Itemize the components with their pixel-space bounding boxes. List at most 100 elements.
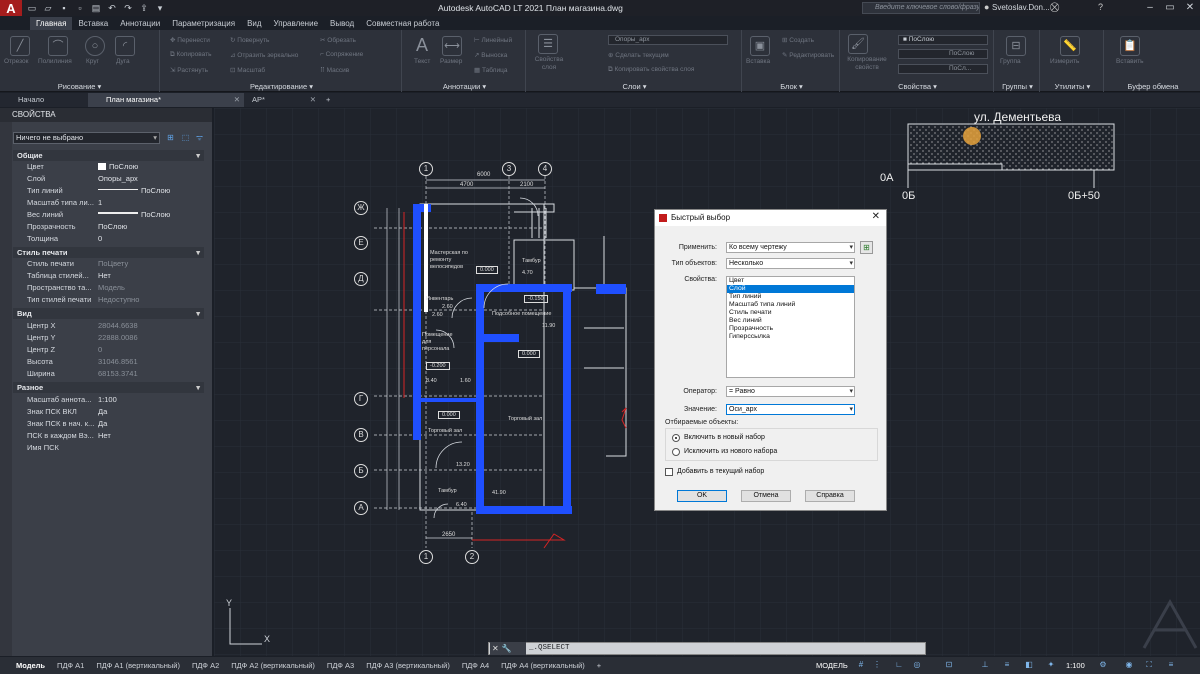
doc-tab-ar[interactable]: АР* ✕ xyxy=(244,93,320,107)
prop-row-center-y[interactable]: Центр Y 22888.0086 xyxy=(13,332,204,344)
value-dropdown[interactable]: Оси_арх xyxy=(726,404,855,415)
prop-row-linetype[interactable]: Тип линий ПоСлою xyxy=(13,185,204,197)
tab-manage[interactable]: Управление xyxy=(268,17,324,30)
tab-insert[interactable]: Вставка xyxy=(72,17,114,30)
exclude-label[interactable]: Исключить из нового набора xyxy=(684,448,777,455)
draw-group-label[interactable]: Рисование ▾ xyxy=(0,82,159,91)
leader-button[interactable]: ↗ Выноска xyxy=(474,51,507,59)
prop-row-transparency[interactable]: Прозрачность ПоСлою xyxy=(13,221,204,233)
paste-icon[interactable]: 📋 xyxy=(1120,36,1140,56)
prop-row-thickness[interactable]: Толщина 0 xyxy=(13,233,204,245)
prop-row-width[interactable]: Ширина 68153.3741 xyxy=(13,368,204,380)
close-tab-icon[interactable]: ✕ xyxy=(234,93,240,107)
layer-properties-button[interactable]: Свойства слоя xyxy=(534,56,564,72)
prop-row-annotation-scale[interactable]: Масштаб аннота... 1:100 xyxy=(13,394,204,406)
layout-tab[interactable]: ПДФ А2 (вертикальный) xyxy=(225,657,321,674)
prop-row-center-x[interactable]: Центр X 28044.6638 xyxy=(13,320,204,332)
app-logo-icon[interactable]: A xyxy=(0,0,22,16)
include-radio[interactable] xyxy=(672,434,680,442)
lineweight-dropdown[interactable]: ПоСлою xyxy=(898,49,988,59)
section-misc[interactable]: Разное xyxy=(13,382,204,393)
snap-toggle-icon[interactable]: ⋮ xyxy=(872,660,882,670)
layout-tab[interactable]: ПДФ А3 xyxy=(321,657,360,674)
prop-row-color[interactable]: Цвет ПоСлою xyxy=(13,161,204,173)
cancel-button[interactable]: Отмена xyxy=(741,490,791,502)
circle-icon[interactable]: ○ xyxy=(85,36,105,56)
apply-to-dropdown[interactable]: Ко всему чертежу xyxy=(726,242,855,253)
save-as-icon[interactable]: ▫ xyxy=(74,3,86,13)
doc-tab-store-plan[interactable]: План магазина* ✕ xyxy=(88,93,244,107)
line-button[interactable]: Отрезок xyxy=(4,58,29,65)
section-view[interactable]: Вид xyxy=(13,308,204,319)
arc-button[interactable]: Дуга xyxy=(116,58,130,65)
exclude-radio[interactable] xyxy=(672,448,680,456)
modify-group-label[interactable]: Редактирование ▾ xyxy=(162,82,401,91)
group-icon[interactable]: ⊟ xyxy=(1006,36,1026,56)
close-icon[interactable]: ✕ xyxy=(872,211,880,222)
stretch-button[interactable]: ⇲ Растянуть xyxy=(170,66,208,74)
circle-button[interactable]: Круг xyxy=(86,58,99,65)
tab-view[interactable]: Вид xyxy=(241,17,267,30)
command-line-input[interactable]: _.QSELECT xyxy=(488,642,926,655)
dimension-button[interactable]: Размер xyxy=(440,58,462,65)
section-general[interactable]: Общие xyxy=(13,150,204,161)
layers-group-label[interactable]: Слои ▾ xyxy=(528,82,741,91)
tab-parametric[interactable]: Параметризация xyxy=(166,17,241,30)
fillet-button[interactable]: ⌐ Сопряжение xyxy=(320,51,363,58)
object-type-dropdown[interactable]: Несколько xyxy=(726,258,855,269)
lineweight-toggle-icon[interactable]: ≡ xyxy=(1002,660,1012,670)
copy-button[interactable]: ⧉ Копировать xyxy=(170,51,211,59)
create-block-button[interactable]: ⊞ Создать xyxy=(782,36,814,44)
arc-icon[interactable]: ◜ xyxy=(115,36,135,56)
toggle-pickadd-icon[interactable]: ⊞ xyxy=(165,132,176,143)
insert-block-icon[interactable]: ▣ xyxy=(750,36,770,56)
minimize-button[interactable]: – xyxy=(1140,0,1160,16)
list-item[interactable]: Стиль печати xyxy=(727,309,854,317)
table-button[interactable]: ▦ Таблица xyxy=(474,66,507,74)
save-icon[interactable]: ▪ xyxy=(58,3,70,13)
prop-row-ucs-viewport[interactable]: ПСК в каждом Вэ... Нет xyxy=(13,430,204,442)
tab-collaborate[interactable]: Совместная работа xyxy=(360,17,445,30)
prop-row-ltscale[interactable]: Масштаб типа ли... 1 xyxy=(13,197,204,209)
palette-sidebar[interactable] xyxy=(0,122,12,656)
help-icon[interactable]: ? xyxy=(1098,2,1103,12)
block-group-label[interactable]: Блок ▾ xyxy=(744,82,839,91)
append-checkbox[interactable] xyxy=(665,468,673,476)
tab-annotate[interactable]: Аннотации xyxy=(114,17,166,30)
move-button[interactable]: ✥ Перенести xyxy=(170,36,210,44)
layer-dropdown[interactable]: Опоры_арх xyxy=(608,35,728,45)
prop-row-plot-table[interactable]: Таблица стилей... Нет xyxy=(13,270,204,282)
list-item[interactable]: Тип линий xyxy=(727,293,854,301)
layout-tab[interactable]: ПДФ А4 (вертикальный) xyxy=(495,657,591,674)
otrack-toggle-icon[interactable]: ⊥ xyxy=(980,660,990,670)
select-objects-button[interactable]: ⊞ xyxy=(860,241,873,254)
undo-icon[interactable]: ↶ xyxy=(106,3,118,13)
utilities-group-label[interactable]: Утилиты ▾ xyxy=(1042,82,1103,91)
ortho-toggle-icon[interactable]: ∟ xyxy=(894,660,904,670)
rotate-button[interactable]: ↻ Повернуть xyxy=(230,36,269,44)
select-objects-icon[interactable]: ⬚ xyxy=(180,132,191,143)
user-icon[interactable]: ● xyxy=(984,2,989,12)
share-icon[interactable]: ⇪ xyxy=(138,3,150,13)
new-file-icon[interactable]: ▭ xyxy=(26,3,38,13)
match-properties-icon[interactable]: 🖌 xyxy=(848,34,868,54)
prop-row-lineweight[interactable]: Вес линий ПоСлою xyxy=(13,209,204,221)
layout-tab[interactable]: ПДФ А4 xyxy=(456,657,495,674)
redo-icon[interactable]: ↷ xyxy=(122,3,134,13)
prop-row-plot-style[interactable]: Стиль печати ПоЦвету xyxy=(13,258,204,270)
doc-tab-start[interactable]: Начало xyxy=(0,93,88,107)
selection-dropdown[interactable]: Ничего не выбрано xyxy=(13,132,160,144)
grid-toggle-icon[interactable]: # xyxy=(856,660,866,670)
group-button[interactable]: Группа xyxy=(1000,58,1021,65)
measure-icon[interactable]: 📏 xyxy=(1060,36,1080,56)
prop-row-ucs-on[interactable]: Знак ПСК ВКЛ Да xyxy=(13,406,204,418)
quick-select-icon[interactable]: ᯤ xyxy=(194,132,205,143)
prop-row-layer[interactable]: Слой Опоры_арх xyxy=(13,173,204,185)
measure-button[interactable]: Измерить xyxy=(1050,58,1079,65)
new-layout-button[interactable]: + xyxy=(591,657,607,674)
linetype-dropdown[interactable]: ПоСл... xyxy=(898,64,988,74)
model-space-indicator[interactable]: МОДЕЛЬ xyxy=(816,661,848,670)
color-dropdown[interactable]: ■ ПоСлою xyxy=(898,35,988,45)
section-plot-style[interactable]: Стиль печати xyxy=(13,247,204,258)
settings-icon[interactable]: ⚙ xyxy=(1098,660,1108,670)
